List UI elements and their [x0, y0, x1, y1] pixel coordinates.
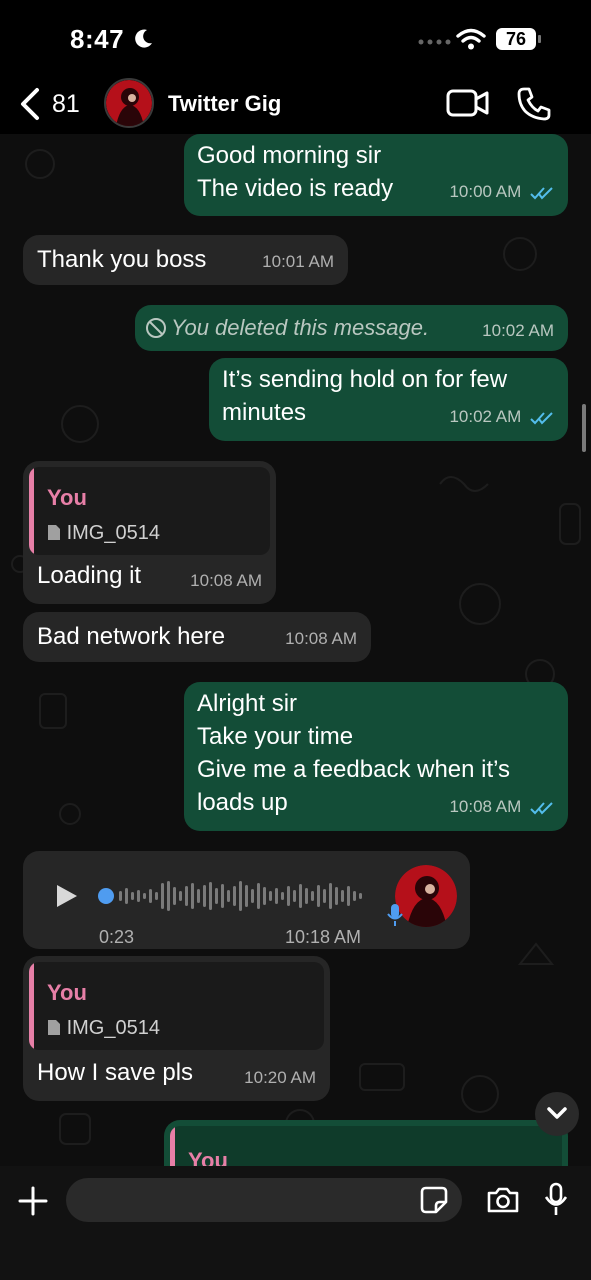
message-outgoing[interactable]: Alright sir Take your time Give me a fee…: [184, 682, 568, 831]
double-check-icon: [530, 186, 553, 200]
double-check-icon: [530, 801, 553, 815]
back-unread-count[interactable]: 81: [52, 90, 80, 119]
composer-bar: [0, 1166, 591, 1280]
quote-file: IMG_0514: [47, 517, 160, 550]
message-text: Alright sir: [197, 690, 298, 717]
microphone-icon[interactable]: [544, 1182, 568, 1218]
scroll-to-bottom-button[interactable]: [535, 1092, 579, 1136]
scroll-indicator[interactable]: [582, 404, 586, 452]
chat-header: 81 Twitter Gig: [0, 78, 591, 134]
message-text: It’s sending hold on for few: [222, 366, 508, 393]
signal-dots-icon: [418, 39, 451, 45]
voice-duration: 0:23: [99, 927, 135, 947]
message-time: 10:08 AM: [449, 797, 522, 816]
message-outgoing[interactable]: It’s sending hold on for few minutes 10:…: [209, 358, 568, 441]
status-bar: 8:47 76: [0, 0, 591, 78]
quote-author: You: [188, 1148, 228, 1166]
message-time: 10:08 AM: [190, 571, 262, 590]
quoted-message[interactable]: You: [170, 1126, 562, 1166]
deleted-text: You deleted this message.: [171, 315, 430, 340]
video-camera-icon[interactable]: [446, 88, 490, 118]
message-text: The video is ready: [197, 175, 394, 202]
quote-file-name: IMG_0514: [66, 522, 160, 544]
quote-file-name: IMG_0514: [66, 1017, 160, 1039]
message-outgoing[interactable]: Good morning sir The video is ready 10:0…: [184, 134, 568, 216]
message-time: 10:02 AM: [449, 407, 522, 426]
message-incoming-reply[interactable]: You IMG_0514 How I save pls 10:20 AM: [23, 956, 330, 1101]
message-text: Bad network here: [37, 623, 226, 650]
microphone-icon: [387, 904, 403, 926]
message-incoming[interactable]: Bad network here 10:08 AM: [23, 612, 371, 662]
message-time: 10:02 AM: [482, 321, 554, 340]
voice-waveform[interactable]: [97, 877, 373, 915]
plus-icon[interactable]: [18, 1186, 48, 1216]
message-text: Thank you boss: [37, 246, 207, 273]
message-list[interactable]: Good morning sir The video is ready 10:0…: [0, 134, 591, 1166]
message-time: 10:01 AM: [262, 252, 334, 271]
message-time: 10:00 AM: [449, 182, 522, 201]
avatar[interactable]: [104, 78, 154, 128]
message-time: 10:20 AM: [244, 1068, 316, 1087]
message-incoming[interactable]: Thank you boss 10:01 AM: [23, 235, 348, 285]
sender-avatar[interactable]: [395, 865, 457, 927]
double-check-icon: [530, 411, 553, 425]
document-icon: [48, 1020, 60, 1035]
quoted-message[interactable]: You IMG_0514: [29, 962, 324, 1050]
message-input[interactable]: [66, 1178, 462, 1222]
sticker-icon[interactable]: [420, 1186, 448, 1214]
voice-message[interactable]: 0:23 10:18 AM: [23, 851, 470, 949]
message-text: Give me a feedback when it’s: [197, 756, 511, 783]
message-text: How I save pls: [37, 1059, 194, 1086]
chevron-left-icon[interactable]: [18, 86, 42, 122]
camera-icon[interactable]: [486, 1186, 520, 1214]
wifi-icon: [456, 28, 486, 50]
document-icon: [48, 525, 60, 540]
message-outgoing-reply[interactable]: You: [164, 1120, 568, 1166]
chevron-down-icon: [547, 1107, 567, 1119]
phone-icon[interactable]: [516, 86, 552, 122]
quoted-message[interactable]: You IMG_0514: [29, 467, 270, 555]
message-text: Good morning sir: [197, 142, 382, 169]
play-icon[interactable]: [55, 883, 79, 909]
message-time: 10:08 AM: [285, 629, 357, 648]
status-time: 8:47: [70, 24, 125, 54]
message-time: 10:18 AM: [285, 927, 362, 947]
quote-file: IMG_0514: [47, 1012, 160, 1045]
message-deleted[interactable]: You deleted this message. 10:02 AM: [135, 305, 568, 351]
moon-icon: [135, 29, 152, 48]
message-text: Take your time: [197, 723, 354, 750]
quote-author: You: [47, 485, 87, 510]
message-text: Loading it: [37, 562, 142, 589]
quote-author: You: [47, 980, 87, 1005]
message-incoming-reply[interactable]: You IMG_0514 Loading it 10:08 AM: [23, 461, 276, 604]
battery-level: 76: [496, 28, 536, 50]
chat-title[interactable]: Twitter Gig: [168, 91, 281, 117]
blocked-icon: [146, 318, 166, 338]
